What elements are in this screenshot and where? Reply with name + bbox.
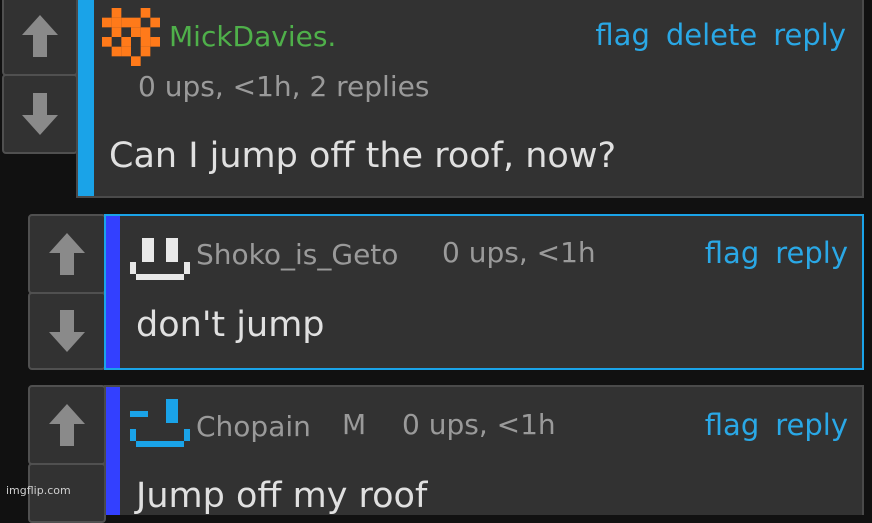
downvote-button[interactable] [28,292,106,370]
comment-actions: flag reply [705,239,848,268]
arrow-down-icon [47,308,87,354]
arrow-down-icon [20,91,60,137]
reply-link[interactable]: reply [775,411,848,440]
comment-body: Shoko_is_Geto 0 ups, <1h flag reply don'… [104,214,864,370]
reply-link[interactable]: reply [773,21,846,50]
comment-meta: 0 ups, <1h, 2 replies [138,73,429,101]
comment-text: don't jump [136,308,325,343]
delete-link[interactable]: delete [666,21,757,50]
comment-body: MickDavies. flag delete reply 0 ups, <1h… [76,0,864,198]
downvote-button[interactable] [2,74,78,154]
upvote-button[interactable] [28,214,106,294]
blue-pixel-face-avatar-icon [130,399,190,447]
flag-link[interactable]: flag [595,21,649,50]
username-link[interactable]: Shoko_is_Geto [196,241,398,269]
comment-mickdavies: MickDavies. flag delete reply 0 ups, <1h… [0,0,864,198]
moderator-badge: M [342,411,366,439]
flag-link[interactable]: flag [705,411,759,440]
upvote-button[interactable] [2,0,78,76]
white-pixel-face-avatar-icon [130,238,190,280]
comment-text: Jump off my roof [136,479,427,514]
upvote-button[interactable] [28,385,106,465]
username-link[interactable]: MickDavies. [169,23,336,51]
reply-accent-bar [106,387,120,515]
comment-meta: 0 ups, <1h [402,411,556,439]
comment-actions: flag delete reply [595,21,846,50]
comment-chopain: Chopain M 0 ups, <1h flag reply Jump off… [28,385,864,515]
comment-body: Chopain M 0 ups, <1h flag reply Jump off… [104,385,864,515]
username-link[interactable]: Chopain [196,413,311,441]
comment-shoko-is-geto: Shoko_is_Geto 0 ups, <1h flag reply don'… [28,214,864,370]
arrow-up-icon [47,231,87,277]
op-accent-bar [78,0,94,196]
comment-actions: flag reply [705,411,848,440]
flag-link[interactable]: flag [705,239,759,268]
arrow-up-icon [47,402,87,448]
reply-link[interactable]: reply [775,239,848,268]
arrow-up-icon [20,13,60,59]
imgflip-watermark: imgflip.com [6,484,71,497]
reply-accent-bar [106,216,120,368]
orange-pixel-avatar-icon [102,8,160,66]
vote-column [28,214,108,370]
vote-column [0,0,78,153]
comment-text: Can I jump off the roof, now? [109,139,616,174]
comment-meta: 0 ups, <1h [442,239,596,267]
